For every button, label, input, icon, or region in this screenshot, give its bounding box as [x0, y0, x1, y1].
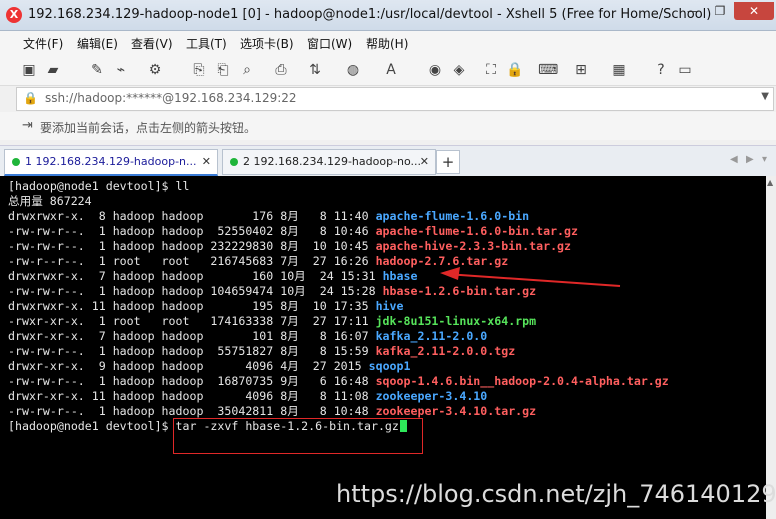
annotation-arrow [440, 267, 621, 287]
watermark-text: https://blog.csdn.net/zjh_746140129 [336, 480, 776, 508]
